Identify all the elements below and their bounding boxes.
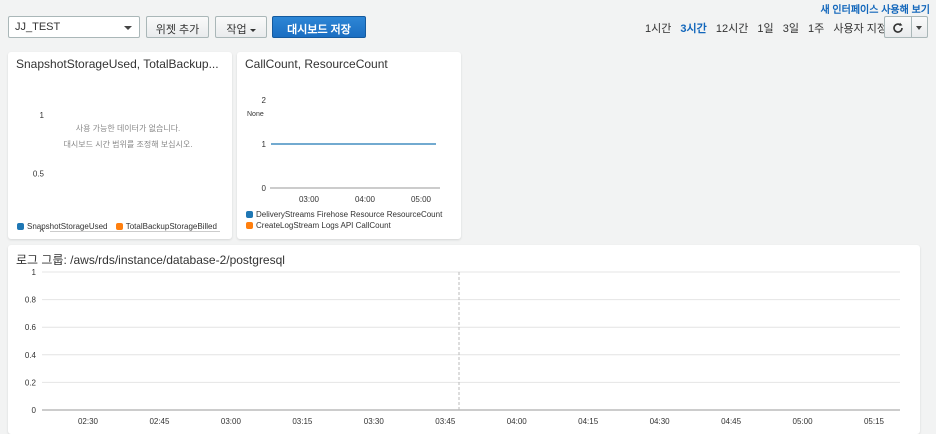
y-tick-label: 0.4 [25, 351, 37, 360]
legend-label: TotalBackupStorageBilled [125, 222, 217, 231]
x-tick-label: 03:15 [292, 417, 313, 426]
legend-label: SnapshotStorageUsed [27, 222, 108, 231]
legend-swatch [246, 222, 253, 229]
chevron-down-icon [124, 26, 132, 30]
dashboard-select-value: JJ_TEST [15, 21, 61, 33]
dashboard-select[interactable]: JJ_TEST [8, 16, 140, 38]
legend-item[interactable]: DeliveryStreams Firehose Resource Resour… [246, 210, 442, 219]
y-tick-label: 1 [40, 111, 45, 120]
x-tick-label: 03:30 [364, 417, 385, 426]
x-tick-label: 04:15 [578, 417, 599, 426]
widget-snapshot-storage: SnapshotStorageUsed, TotalBackup... 00.5… [8, 52, 232, 239]
legend-swatch [17, 223, 24, 230]
range-custom-label: 사용자 지정 [833, 23, 887, 35]
x-tick-label: 05:15 [864, 417, 885, 426]
y-tick-label: 1 [32, 268, 37, 277]
x-tick-label: 03:00 [299, 195, 320, 204]
time-range-selector: 1시간 3시간 12시간 1일 3일 1주 사용자 지정 [645, 20, 913, 36]
legend-swatch [115, 223, 123, 230]
refresh-options-button[interactable] [911, 16, 928, 38]
no-data-line-2: 대시보드 시간 범위를 조정해 보십시오. [63, 140, 193, 149]
x-tick-label: 04:45 [721, 417, 742, 426]
x-tick-label: 04:00 [355, 195, 376, 204]
chart-log-group: 0 0.2 0.4 0.6 0.8 1 02:30 02:45 03:00 03:15 03:30 0… [25, 268, 900, 426]
no-data-line-1: 사용 가능한 데이터가 없습니다. [75, 124, 181, 133]
range-1h[interactable]: 1시간 [645, 23, 671, 35]
y-tick-label: 0 [32, 406, 37, 415]
legend-swatch [246, 211, 253, 218]
range-1w[interactable]: 1주 [808, 23, 824, 35]
y-tick-label: 0.2 [25, 378, 37, 387]
x-tick-label: 03:45 [435, 417, 456, 426]
chart-legend: SnapshotStorageUsed TotalBackupStorageBi… [17, 222, 223, 231]
x-tick-label: 04:30 [650, 417, 671, 426]
y-tick-label: 0.8 [25, 296, 37, 305]
widget-callcount: CallCount, ResourceCount None 0 1 2 03:00 04:… [237, 52, 461, 239]
y-tick-label: 0 [262, 184, 267, 193]
range-1d[interactable]: 1일 [757, 23, 773, 35]
y-tick-label: 0.5 [33, 170, 45, 179]
x-tick-label: 05:00 [411, 195, 432, 204]
range-12h[interactable]: 12시간 [716, 23, 748, 35]
legend-item[interactable]: SnapshotStorageUsed [17, 222, 108, 231]
x-tick-label: 05:00 [793, 417, 814, 426]
x-tick-label: 02:30 [78, 417, 99, 426]
x-tick-label: 03:00 [221, 417, 242, 426]
y-tick-label: 2 [262, 96, 267, 105]
legend-item[interactable]: CreateLogStream Logs API CallCount [246, 221, 442, 230]
actions-label: 작업 [226, 24, 247, 36]
legend-item[interactable]: TotalBackupStorageBilled [115, 222, 217, 231]
range-3h[interactable]: 3시간 [680, 23, 706, 35]
legend-label: CreateLogStream Logs API CallCount [256, 221, 391, 230]
chart-callcount: None 0 1 2 03:00 04:00 05:00 [247, 96, 440, 204]
dashboard-toolbar: JJ_TEST 위젯 추가 작업 대시보드 저장 1시간 3시간 12시간 1일… [8, 16, 928, 38]
range-3d[interactable]: 3일 [783, 23, 799, 35]
y-unit-label: None [247, 111, 264, 118]
save-dashboard-button[interactable]: 대시보드 저장 [272, 16, 366, 38]
widget-log-group: 로그 그룹: /aws/rds/instance/database-2/post… [8, 245, 920, 434]
refresh-icon [893, 22, 903, 33]
y-tick-label: 1 [262, 140, 267, 149]
y-tick-label: 0.6 [25, 323, 37, 332]
x-tick-label: 02:45 [149, 417, 170, 426]
caret-down-icon [249, 28, 256, 32]
legend-label: DeliveryStreams Firehose Resource Resour… [256, 210, 443, 219]
actions-button[interactable]: 작업 [215, 16, 267, 38]
widget-title[interactable]: SnapshotStorageUsed, TotalBackup... [16, 57, 226, 71]
add-widget-button[interactable]: 위젯 추가 [146, 16, 209, 38]
new-interface-link[interactable]: 새 인터페이스 사용해 보기 [820, 1, 930, 16]
save-dashboard-label: 대시보드 저장 [287, 24, 351, 36]
refresh-button[interactable] [884, 16, 912, 38]
x-tick-label: 04:00 [507, 417, 528, 426]
chart-legend: DeliveryStreams Firehose Resource Resour… [246, 210, 448, 230]
no-data-message: 사용 가능한 데이터가 없습니다. 대시보드 시간 범위를 조정해 보십시오. [38, 121, 218, 153]
add-widget-label: 위젯 추가 [155, 24, 200, 36]
widget-title[interactable]: CallCount, ResourceCount [245, 57, 455, 71]
